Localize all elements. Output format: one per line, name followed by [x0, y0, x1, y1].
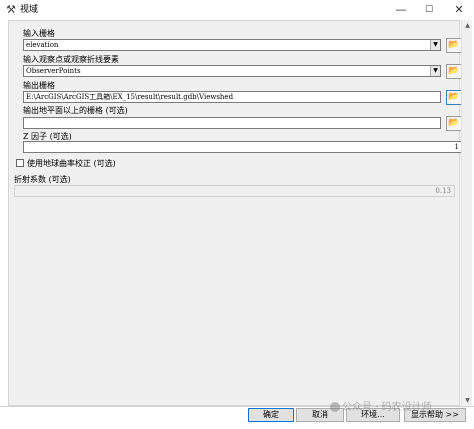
scroll-up-icon[interactable]: ▲ — [462, 20, 473, 31]
folder-open-icon: 📂 — [448, 40, 460, 50]
curvature-checkbox[interactable] — [16, 159, 24, 167]
above-ground-browse-button[interactable]: 📂 — [446, 116, 462, 131]
minimize-button[interactable]: — — [386, 0, 416, 20]
input-raster-combobox[interactable]: elevation ▼ — [23, 39, 441, 51]
folder-open-icon: 📂 — [448, 66, 460, 76]
chevron-down-icon[interactable]: ▼ — [430, 66, 440, 76]
above-ground-raster-label: 输出地平面以上的栅格 (可选) — [23, 106, 128, 115]
input-raster-browse-button[interactable]: 📂 — [446, 38, 462, 53]
maximize-button[interactable]: ☐ — [414, 0, 444, 20]
refraction-label: 折射系数 (可选) — [14, 175, 71, 184]
output-raster-browse-button[interactable]: 📂 — [446, 90, 462, 105]
scroll-down-icon[interactable]: ▼ — [462, 395, 473, 406]
hammer-icon: ⚒ — [6, 3, 16, 16]
watermark-text: 公众号 · 码农设计师 — [342, 402, 432, 413]
observer-features-combobox[interactable]: ObserverPoints ▼ — [23, 65, 441, 77]
output-raster-input[interactable]: E:\ArcGIS\ArcGIS工具箱\EX_15\result\result.… — [23, 91, 441, 103]
refraction-input: 0.13 — [14, 185, 455, 197]
observer-features-browse-button[interactable]: 📂 — [446, 64, 462, 79]
input-raster-value: elevation — [26, 41, 59, 49]
above-ground-raster-input[interactable] — [23, 117, 441, 129]
watermark: 公众号 · 码农设计师 — [330, 401, 432, 414]
parameter-panel: 输入栅格 elevation ▼ 📂 输入观察点或观察折线要素 Observer… — [8, 20, 463, 406]
window-title: 视域 — [20, 5, 39, 15]
folder-open-icon: 📂 — [448, 118, 460, 128]
chevron-down-icon[interactable]: ▼ — [430, 40, 440, 50]
folder-open-icon: 📂 — [448, 92, 460, 102]
output-raster-label: 输出栅格 — [23, 81, 55, 90]
curvature-label: 使用地球曲率校正 (可选) — [27, 159, 116, 168]
wechat-icon — [330, 402, 340, 412]
vertical-scrollbar[interactable]: ▲ ▼ — [461, 20, 472, 406]
close-button[interactable]: ✕ — [444, 0, 474, 20]
title-bar: ⚒ 视域 — ☐ ✕ — [0, 0, 474, 20]
ok-button[interactable]: 确定 — [248, 408, 294, 422]
z-factor-input[interactable]: 1 — [23, 141, 463, 153]
observer-features-label: 输入观察点或观察折线要素 — [23, 55, 119, 64]
input-raster-label: 输入栅格 — [23, 29, 55, 38]
observer-features-value: ObserverPoints — [26, 67, 81, 75]
